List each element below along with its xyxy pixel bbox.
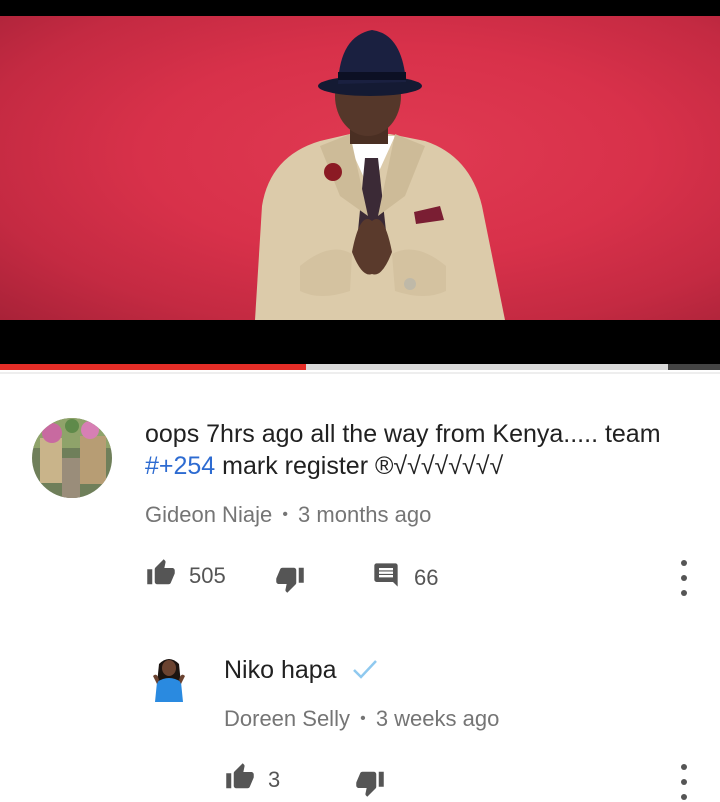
thumbs-down-icon[interactable] bbox=[274, 564, 306, 599]
comment-icon[interactable] bbox=[372, 561, 400, 594]
video-frame[interactable] bbox=[0, 16, 720, 320]
reply-meta: Doreen Selly • 3 weeks ago bbox=[224, 706, 499, 732]
reply-avatar[interactable] bbox=[145, 654, 193, 702]
video-thumbnail-person bbox=[255, 30, 505, 320]
reply-count: 66 bbox=[414, 564, 439, 590]
reply-like-count: 3 bbox=[268, 766, 281, 792]
checkmark-icon bbox=[352, 658, 378, 687]
comment-time: 3 months ago bbox=[298, 502, 432, 527]
like-count: 505 bbox=[189, 562, 226, 588]
video-progress-buffer bbox=[668, 364, 720, 370]
comment-text-part: oops 7hrs ago all the way from Kenya....… bbox=[145, 420, 661, 448]
comment-actions: 505 bbox=[145, 558, 226, 593]
video-progress-fill bbox=[0, 364, 306, 370]
comment-text: oops 7hrs ago all the way from Kenya....… bbox=[145, 418, 705, 482]
reply-author[interactable]: Doreen Selly bbox=[224, 706, 350, 731]
video-progress-bar[interactable] bbox=[0, 364, 720, 370]
reply-action[interactable]: 66 bbox=[372, 561, 438, 594]
video-player[interactable] bbox=[0, 0, 720, 366]
reply-actions: 3 bbox=[224, 762, 280, 797]
hashtag-link[interactable]: #+254 bbox=[145, 452, 215, 480]
meta-separator: • bbox=[282, 506, 288, 523]
reply-text-row: Niko hapa bbox=[224, 656, 378, 687]
reply-time: 3 weeks ago bbox=[375, 706, 500, 731]
more-vert-icon[interactable] bbox=[672, 560, 696, 596]
thumbs-down-icon[interactable] bbox=[354, 768, 386, 802]
thumbs-up-icon[interactable] bbox=[224, 762, 256, 797]
meta-separator: • bbox=[360, 710, 366, 727]
comment-meta: Gideon Niaje • 3 months ago bbox=[145, 502, 431, 528]
avatar[interactable] bbox=[32, 418, 112, 498]
comment-text-part: mark register ®√√√√√√√√ bbox=[215, 452, 504, 480]
reply-text: Niko hapa bbox=[224, 656, 337, 684]
avatar-image bbox=[32, 418, 112, 498]
reply-avatar-image bbox=[145, 654, 193, 702]
thumbs-up-icon[interactable] bbox=[145, 558, 177, 593]
divider bbox=[0, 372, 720, 374]
more-vert-icon[interactable] bbox=[672, 764, 696, 800]
comment-author[interactable]: Gideon Niaje bbox=[145, 502, 272, 527]
